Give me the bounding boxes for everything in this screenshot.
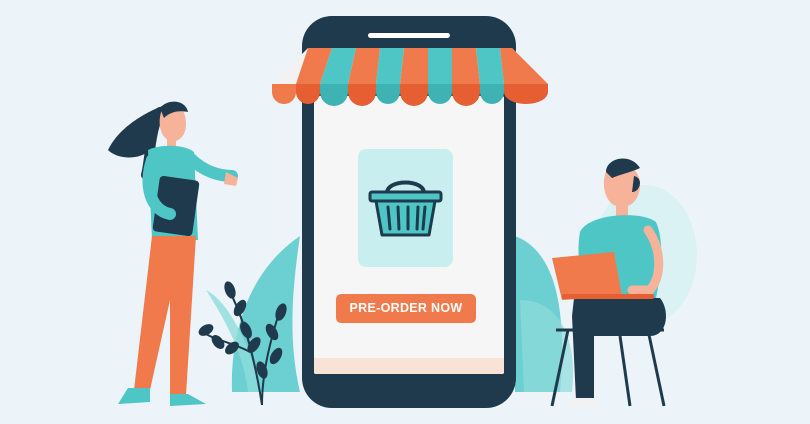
illustration-scene: PRE-ORDER NOW	[0, 0, 810, 424]
man-figure	[550, 158, 666, 407]
